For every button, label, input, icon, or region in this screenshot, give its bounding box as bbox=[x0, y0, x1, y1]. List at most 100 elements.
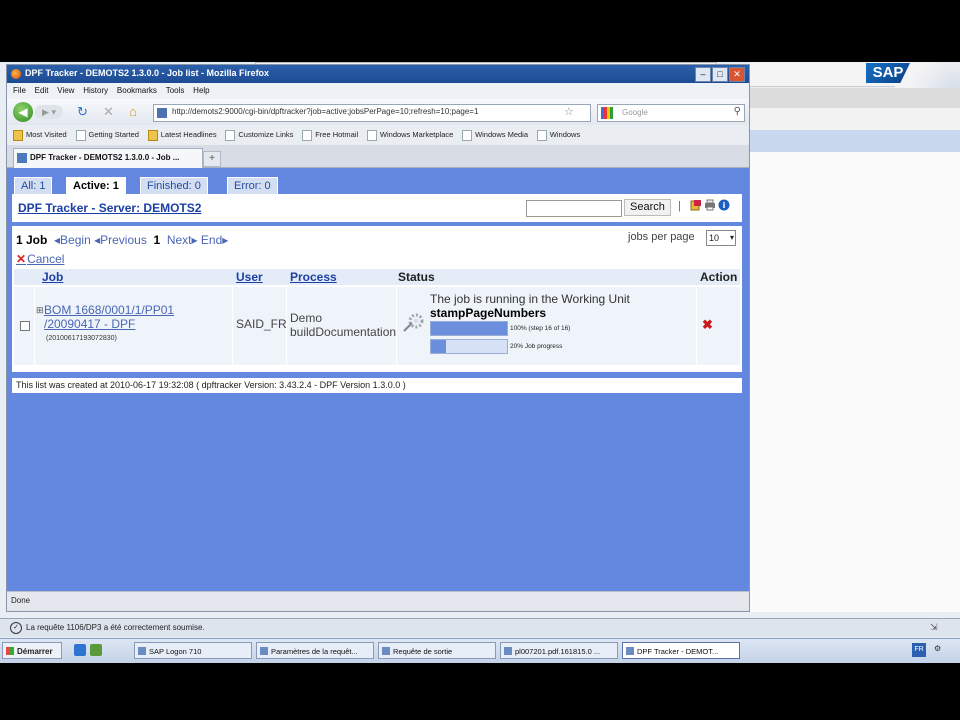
notification-pin-icon[interactable]: ⇲ bbox=[930, 622, 938, 633]
google-icon[interactable] bbox=[601, 107, 613, 119]
bookmark-label: Free Hotmail bbox=[315, 130, 359, 139]
bookmark-windows[interactable]: Windows bbox=[536, 125, 580, 145]
navigation-toolbar: ◀ ▶ ▾ ↻ ✕ ⌂ http://demots2:9000/cgi-bin/… bbox=[7, 99, 749, 125]
reload-icon[interactable]: ↻ bbox=[77, 104, 88, 120]
expand-icon[interactable]: ⊞ bbox=[36, 305, 44, 316]
window-controls: – □ ✕ bbox=[694, 67, 745, 82]
export-icon[interactable] bbox=[690, 199, 702, 211]
stop-icon[interactable]: ✕ bbox=[103, 104, 114, 120]
jobs-per-page-select[interactable]: 10 ▾ bbox=[706, 230, 736, 246]
search-magnifier-icon[interactable]: ⚲ bbox=[734, 106, 741, 117]
bookmark-latest-headlines[interactable]: Latest Headlines bbox=[147, 125, 217, 145]
column-header-user[interactable]: User bbox=[236, 270, 263, 284]
menu-bar: File Edit View History Bookmarks Tools H… bbox=[7, 83, 749, 99]
tab-all[interactable]: All: 1 bbox=[14, 177, 53, 195]
bookmark-label: Getting Started bbox=[88, 130, 139, 139]
table-row: ⊞ BOM 1668/0001/1/PP01 /20090417 - DPF (… bbox=[14, 287, 740, 365]
taskbar-item-sap-logon[interactable]: SAP Logon 710 bbox=[134, 642, 252, 659]
bookmark-customize-links[interactable]: Customize Links bbox=[225, 125, 293, 145]
column-header-job[interactable]: Job bbox=[42, 270, 63, 284]
list-footer-text: This list was created at 2010-06-17 19:3… bbox=[16, 380, 406, 390]
ie-icon[interactable] bbox=[74, 644, 86, 656]
job-count: 1 Job bbox=[16, 233, 48, 247]
quicklaunch-icon[interactable] bbox=[90, 644, 102, 656]
jobs-per-page-label: jobs per page bbox=[628, 231, 695, 243]
menu-tools[interactable]: Tools bbox=[166, 83, 185, 99]
svg-text:i: i bbox=[723, 201, 726, 210]
tab-active[interactable]: Active: 1 bbox=[66, 177, 126, 195]
column-divider bbox=[34, 287, 35, 365]
notification-bar: ✓ La requête 1106/DP3 a été correctement… bbox=[0, 618, 960, 637]
column-header-action: Action bbox=[700, 270, 738, 284]
help-icon[interactable]: i bbox=[718, 199, 730, 211]
menu-file[interactable]: File bbox=[13, 83, 26, 99]
job-link-continued[interactable]: /20090417 - DPF bbox=[44, 317, 135, 331]
check-icon: ✓ bbox=[10, 622, 22, 634]
pager-next[interactable]: Next▸ bbox=[167, 233, 198, 247]
delete-job-icon[interactable]: ✖ bbox=[702, 317, 713, 333]
taskbar-item-pdf[interactable]: pl007201.pdf.161815.0 ... bbox=[500, 642, 618, 659]
bookmark-free-hotmail[interactable]: Free Hotmail bbox=[302, 125, 358, 145]
pager-begin[interactable]: ◂Begin bbox=[54, 233, 91, 247]
pager-end-label: End bbox=[200, 233, 223, 247]
running-gear-icon bbox=[403, 313, 424, 332]
tray-icon[interactable]: ⚙ bbox=[934, 644, 941, 653]
menu-view[interactable]: View bbox=[57, 83, 74, 99]
start-button[interactable]: Démarrer bbox=[2, 642, 62, 659]
page-icon bbox=[366, 129, 377, 141]
job-progress-label: 20% Job progress bbox=[510, 343, 563, 350]
taskbar-item-dpf-tracker[interactable]: DPF Tracker - DEMOT... bbox=[622, 642, 740, 659]
tray-language-icon[interactable]: FR bbox=[912, 643, 926, 657]
sap-toolbar bbox=[750, 88, 960, 108]
menu-bookmarks[interactable]: Bookmarks bbox=[117, 83, 157, 99]
row-checkbox[interactable] bbox=[20, 321, 30, 331]
pager-current-page: 1 bbox=[153, 233, 161, 247]
search-button[interactable]: Search bbox=[624, 199, 671, 216]
job-search-input[interactable] bbox=[526, 200, 622, 217]
status-bar-text: Done bbox=[11, 596, 31, 605]
bookmark-most-visited[interactable]: Most Visited bbox=[13, 125, 67, 145]
bookmark-windows-marketplace[interactable]: Windows Marketplace bbox=[366, 125, 453, 145]
new-tab-button[interactable]: + bbox=[203, 151, 221, 167]
window-titlebar[interactable]: DPF Tracker - DEMOTS2 1.3.0.0 - Job list… bbox=[7, 65, 749, 83]
close-icon[interactable]: ✕ bbox=[729, 67, 745, 82]
window-title: DPF Tracker - DEMOTS2 1.3.0.0 - Job list… bbox=[25, 68, 270, 78]
menu-help[interactable]: Help bbox=[193, 83, 209, 99]
home-icon[interactable]: ⌂ bbox=[129, 104, 137, 120]
pager-previous[interactable]: ◂Previous bbox=[94, 233, 147, 247]
tab-favicon-icon bbox=[17, 153, 27, 163]
menu-edit[interactable]: Edit bbox=[35, 83, 49, 99]
taskbar-item-parametres[interactable]: Paramètres de la requêt... bbox=[256, 642, 374, 659]
tab-error[interactable]: Error: 0 bbox=[227, 177, 278, 195]
pager-end[interactable]: End▸ bbox=[201, 233, 228, 247]
column-divider bbox=[696, 287, 697, 365]
page-icon bbox=[536, 129, 547, 141]
column-header-process[interactable]: Process bbox=[290, 270, 337, 284]
minimize-icon[interactable]: – bbox=[695, 67, 711, 82]
bookmark-star-icon[interactable]: ☆ bbox=[564, 105, 574, 118]
server-link[interactable]: DPF Tracker - Server: DEMOTS2 bbox=[18, 201, 201, 215]
job-link[interactable]: BOM 1668/0001/1/PP01 bbox=[44, 303, 174, 317]
cancel-link[interactable]: ✕Cancel bbox=[16, 252, 64, 266]
pager: 1 Job ◂Begin ◂Previous 1 Next▸ End▸ bbox=[16, 233, 228, 247]
page-icon bbox=[302, 129, 313, 141]
web-search-placeholder: Google bbox=[622, 108, 648, 117]
maximize-icon[interactable]: □ bbox=[712, 67, 728, 82]
column-divider bbox=[232, 287, 233, 365]
back-button[interactable]: ◀ bbox=[13, 102, 33, 122]
bookmark-getting-started[interactable]: Getting Started bbox=[75, 125, 139, 145]
status-text: The job is running in the Working Unit bbox=[430, 292, 630, 306]
browser-tab-dpf-tracker[interactable]: DPF Tracker - DEMOTS2 1.3.0.0 - Job ... bbox=[13, 148, 203, 168]
sap-toolbar-secondary bbox=[750, 108, 960, 130]
tab-finished[interactable]: Finished: 0 bbox=[140, 177, 208, 195]
jobs-panel: 1 Job ◂Begin ◂Previous 1 Next▸ End▸ jobs… bbox=[12, 226, 742, 372]
url-bar[interactable]: http://demots2:9000/cgi-bin/dpftracker?j… bbox=[153, 104, 591, 122]
print-icon[interactable] bbox=[704, 199, 716, 211]
step-progress-bar bbox=[430, 321, 508, 336]
forward-button[interactable]: ▶ ▾ bbox=[35, 105, 63, 119]
taskbar-item-requete-sortie[interactable]: Requête de sortie bbox=[378, 642, 496, 659]
list-footer: This list was created at 2010-06-17 19:3… bbox=[12, 378, 742, 393]
bookmark-windows-media[interactable]: Windows Media bbox=[462, 125, 528, 145]
web-search-box[interactable]: Google ⚲ bbox=[597, 104, 745, 122]
menu-history[interactable]: History bbox=[83, 83, 108, 99]
